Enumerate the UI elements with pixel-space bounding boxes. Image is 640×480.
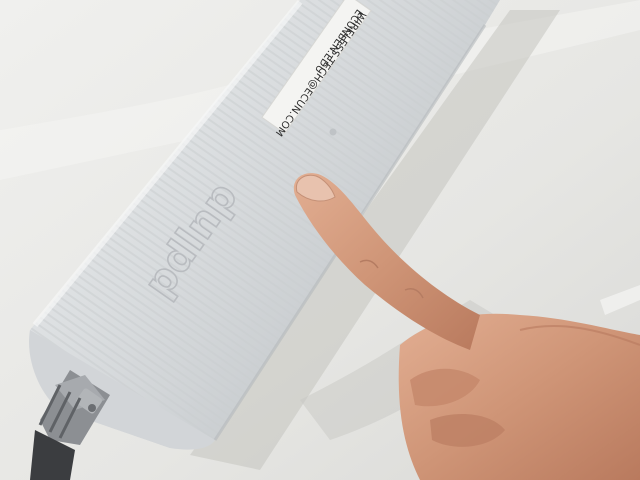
- photo-canvas: pdlnp WIRELESS-TECH@ECUN.COM ECUNBEN.EDU: [0, 0, 640, 480]
- device-pinhole: [329, 128, 337, 136]
- photo-scene: pdlnp WIRELESS-TECH@ECUN.COM ECUNBEN.EDU: [0, 0, 640, 480]
